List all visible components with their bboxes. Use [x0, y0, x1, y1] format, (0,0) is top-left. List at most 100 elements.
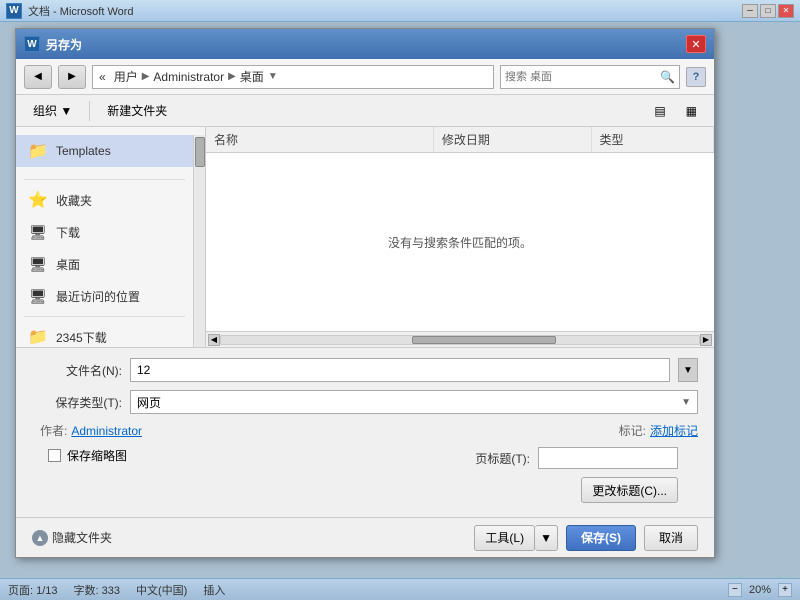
page-status: 页面: 1/13	[8, 582, 58, 598]
word-icon: W	[6, 3, 22, 19]
page-title-row: 页标题(T):	[475, 447, 678, 469]
sidebar-item-desktop[interactable]: 🖥 桌面	[16, 248, 193, 280]
minimize-button[interactable]: ─	[742, 4, 758, 18]
change-title-button[interactable]: 更改标题(C)...	[581, 477, 678, 503]
path-desktop: 桌面	[240, 68, 264, 85]
status-bar: 页面: 1/13 字数: 333 中文(中国) 插入 − 20% +	[0, 578, 800, 600]
language-status: 中文(中国)	[136, 582, 187, 598]
sidebar-scrollbar[interactable]	[193, 135, 205, 347]
search-icon: 🔍	[660, 70, 675, 84]
hscroll-right-btn[interactable]: ▶	[700, 334, 712, 346]
tools-btn-group: 工具(L) ▼	[474, 525, 558, 551]
back-button[interactable]: ◀	[24, 65, 52, 89]
file-list-header: 名称 修改日期 类型	[206, 127, 714, 153]
tools-dropdown-button[interactable]: ▼	[535, 525, 558, 551]
word-count-status: 字数: 333	[74, 582, 120, 598]
sidebar-2345-label: 2345下载	[56, 329, 107, 346]
cancel-button[interactable]: 取消	[644, 525, 698, 551]
hscroll-left-btn[interactable]: ◀	[208, 334, 220, 346]
desktop-icon: 🖥	[28, 255, 48, 273]
filename-input[interactable]	[130, 358, 670, 382]
author-label: 作者:	[40, 422, 67, 439]
sidebar-item-2345[interactable]: 📁 2345下载	[16, 321, 193, 347]
save-thumbnail-label: 保存缩略图	[67, 447, 127, 464]
tools-button[interactable]: 工具(L)	[474, 525, 535, 551]
col-date-header[interactable]: 修改日期	[434, 127, 592, 152]
zoom-out-button[interactable]: −	[728, 583, 742, 597]
sidebar-recent-label: 最近访问的位置	[56, 288, 140, 305]
view-button-2[interactable]: ▦	[677, 99, 706, 123]
new-folder-button[interactable]: 新建文件夹	[98, 99, 176, 123]
page-title-input[interactable]	[538, 447, 678, 469]
close-button[interactable]: ✕	[778, 4, 794, 18]
filename-row: 文件名(N): ▼	[32, 358, 698, 382]
tags-label: 标记:	[619, 422, 646, 439]
author-item: 作者: Administrator	[40, 422, 142, 439]
downloads-icon: 🖥	[28, 223, 48, 241]
sidebar-desktop-label: 桌面	[56, 256, 80, 273]
filetype-value: 网页	[137, 394, 161, 411]
author-value[interactable]: Administrator	[71, 424, 142, 438]
form-area: 文件名(N): ▼ 保存类型(T): 网页 ▼ 作者: Administrato…	[16, 347, 714, 517]
filename-dropdown-btn[interactable]: ▼	[678, 358, 698, 382]
hscroll-thumb[interactable]	[412, 336, 555, 344]
filetype-row: 保存类型(T): 网页 ▼	[32, 390, 698, 414]
col-type-header[interactable]: 类型	[592, 127, 714, 152]
sidebar-templates-label: Templates	[56, 144, 111, 158]
maximize-button[interactable]: □	[760, 4, 776, 18]
page-title-label: 页标题(T):	[475, 450, 530, 467]
sidebar-item-downloads[interactable]: 🖥 下载	[16, 216, 193, 248]
organize-button[interactable]: 组织 ▼	[24, 99, 81, 123]
dialog-title-left: W 另存为	[24, 36, 82, 53]
help-button[interactable]: ?	[686, 67, 706, 87]
thumbnail-checkbox-row: 保存缩略图	[40, 447, 127, 464]
search-box[interactable]: 🔍	[500, 65, 680, 89]
save-button[interactable]: 保存(S)	[566, 525, 636, 551]
filetype-dropdown-arrow: ▼	[681, 397, 691, 408]
sidebar-divider-2	[24, 316, 185, 317]
tags-item: 标记: 添加标记	[619, 422, 698, 439]
recent-icon: 🖥	[28, 287, 48, 305]
sidebar: 📁 Templates ⭐ 收藏夹 🖥 下载	[16, 127, 206, 347]
sidebar-content: 📁 Templates ⭐ 收藏夹 🖥 下载	[16, 135, 193, 347]
action-bar: ▲ 隐藏文件夹 工具(L) ▼ 保存(S) 取消	[16, 517, 714, 557]
sidebar-divider-1	[24, 179, 185, 180]
word-title-left: W 文档 - Microsoft Word	[6, 3, 134, 19]
dialog-close-button[interactable]: ✕	[686, 35, 706, 53]
path-admin: Administrator	[153, 70, 224, 84]
tags-value[interactable]: 添加标记	[650, 422, 698, 439]
path-home: «	[99, 70, 106, 84]
hide-folders-button[interactable]: ▲ 隐藏文件夹	[32, 529, 112, 546]
file-list-empty: 没有与搜索条件匹配的项。	[206, 153, 714, 331]
zoom-in-button[interactable]: +	[778, 583, 792, 597]
hide-folders-label: 隐藏文件夹	[52, 529, 112, 546]
hscroll-track[interactable]	[220, 335, 700, 345]
mode-status: 插入	[203, 582, 225, 598]
toolbar-separator	[89, 101, 90, 121]
left-options: 保存缩略图	[40, 447, 127, 468]
forward-button[interactable]: ▶	[58, 65, 86, 89]
view-controls: ▤ ▦	[645, 99, 706, 123]
options-row: 保存缩略图 页标题(T): 更改标题(C)...	[32, 447, 698, 507]
col-name-header[interactable]: 名称	[206, 127, 434, 152]
sidebar-item-templates[interactable]: 📁 Templates	[16, 135, 193, 167]
word-title-text: 文档 - Microsoft Word	[28, 3, 134, 19]
dialog-title-bar: W 另存为 ✕	[16, 29, 714, 59]
meta-row: 作者: Administrator 标记: 添加标记	[32, 422, 698, 439]
filetype-dropdown[interactable]: 网页 ▼	[130, 390, 698, 414]
sidebar-item-favorites[interactable]: ⭐ 收藏夹	[16, 184, 193, 216]
sidebar-item-recent[interactable]: 🖥 最近访问的位置	[16, 280, 193, 312]
view-button-1[interactable]: ▤	[645, 99, 674, 123]
save-thumbnail-checkbox[interactable]	[48, 449, 61, 462]
templates-folder-icon: 📁	[28, 142, 48, 160]
word-title-bar: W 文档 - Microsoft Word ─ □ ✕	[0, 0, 800, 22]
empty-message: 没有与搜索条件匹配的项。	[388, 234, 532, 251]
sidebar-scroll-thumb[interactable]	[195, 137, 205, 167]
dialog-title-text: 另存为	[46, 36, 82, 53]
dialog-word-icon: W	[24, 36, 40, 52]
address-path[interactable]: « 用户 ▶ Administrator ▶ 桌面 ▼	[92, 65, 494, 89]
search-input[interactable]	[505, 71, 658, 83]
filetype-label: 保存类型(T):	[32, 394, 122, 411]
zoom-level: 20%	[749, 584, 771, 596]
horizontal-scrollbar[interactable]: ◀ ▶	[206, 331, 714, 347]
